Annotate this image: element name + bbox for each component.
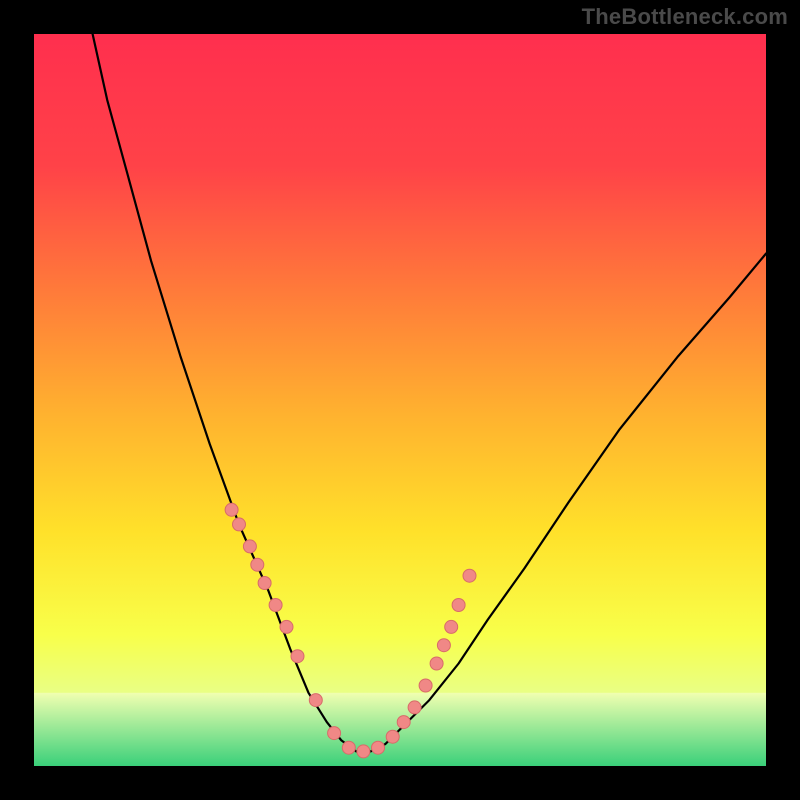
data-point [463, 569, 476, 582]
data-point [280, 620, 293, 633]
data-point [328, 727, 341, 740]
data-point [419, 679, 432, 692]
data-point [269, 599, 282, 612]
chart-container: TheBottleneck.com [0, 0, 800, 800]
data-point [357, 745, 370, 758]
data-point [309, 694, 322, 707]
chart-svg [34, 34, 766, 766]
data-point [397, 716, 410, 729]
data-point [251, 558, 264, 571]
data-point [372, 741, 385, 754]
plot-area [34, 34, 766, 766]
data-point [233, 518, 246, 531]
data-point [243, 540, 256, 553]
data-point [291, 650, 304, 663]
gradient-background [34, 34, 766, 766]
data-point [437, 639, 450, 652]
data-point [225, 503, 238, 516]
data-point [258, 577, 271, 590]
data-point [445, 620, 458, 633]
data-point [408, 701, 421, 714]
data-point [430, 657, 443, 670]
data-point [452, 599, 465, 612]
data-point [342, 741, 355, 754]
data-point [386, 730, 399, 743]
watermark-text: TheBottleneck.com [582, 4, 788, 30]
